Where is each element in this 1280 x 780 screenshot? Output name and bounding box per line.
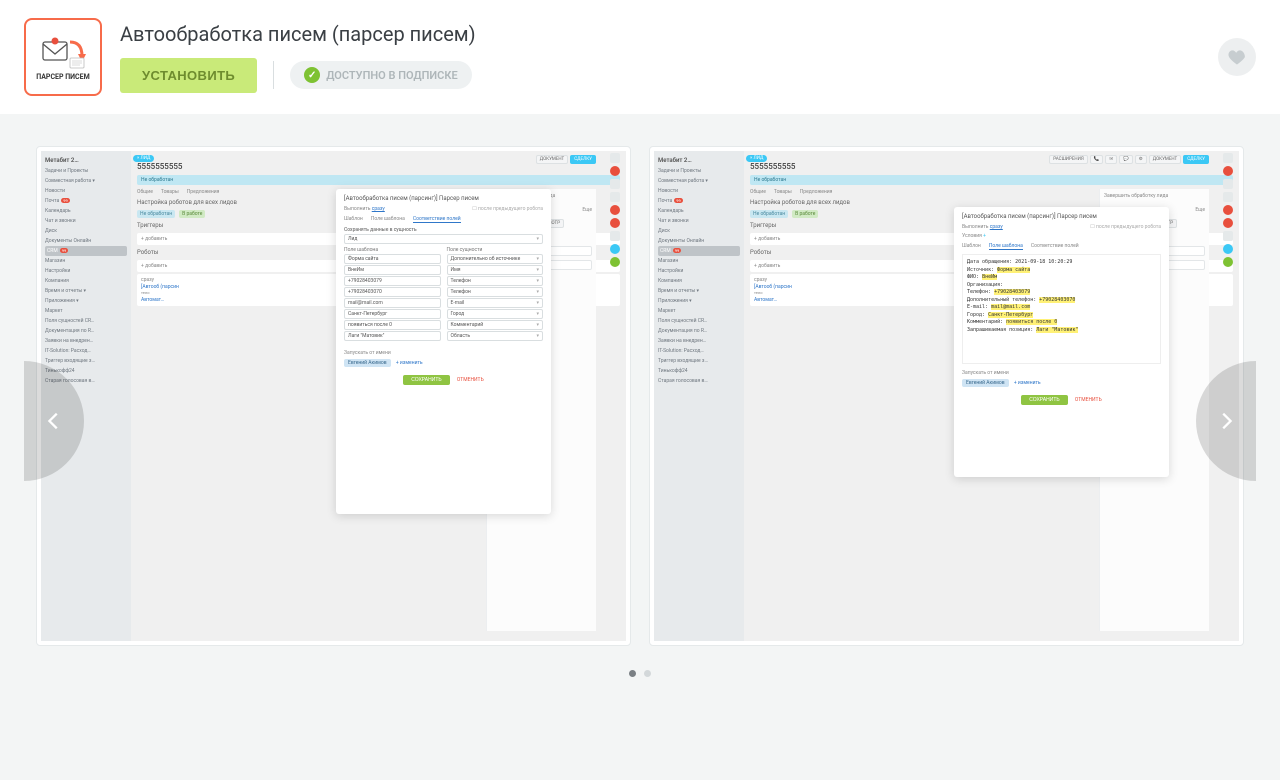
tab-general: Общие	[137, 189, 153, 195]
app-header: ПАРСЕР ПИСЕМ Автообработка писем (парсер…	[0, 0, 1280, 114]
favorite-button[interactable]	[1218, 38, 1256, 76]
d1-change: + изменить	[396, 360, 423, 366]
stage-not-processed: Не обработан	[137, 210, 175, 218]
lead-status: Не обработан	[137, 175, 620, 185]
d2-raw-body: Дата обращения: 2021-09-18 10:20:29Источ…	[962, 254, 1161, 364]
d1-after: после предыдущего робота	[478, 206, 543, 212]
d1-user: Евгений Акимов	[344, 359, 391, 367]
screenshot-2: Метабит 2… Задачи и ПроектыСовместная ра…	[654, 151, 1239, 641]
btn-ext2: РАСШИРЕНИЯ	[1049, 155, 1088, 164]
shot1-top-actions: ДОКУМЕНТ СДЕЛКУ	[536, 155, 596, 164]
d1-col2-h: Поле сущности	[447, 247, 544, 253]
d2-title: [Автообработка писем (парсинг)] Парсер п…	[962, 213, 1161, 220]
stage2-in-work: В работе	[792, 210, 818, 218]
screenshot-card-1[interactable]: Метабит 2… Задачи и ПроектыСовместная ра…	[36, 146, 631, 646]
d2-change: + изменить	[1014, 380, 1041, 386]
chevron-left-icon	[43, 410, 65, 432]
lead-status2: Не обработан	[750, 175, 1233, 185]
divider	[273, 61, 274, 89]
dialog-template-field: [Автообработка писем (парсинг)] Парсер п…	[954, 207, 1169, 477]
app-icon: ПАРСЕР ПИСЕМ	[24, 18, 102, 96]
gallery-dots	[24, 670, 1256, 677]
d2-conditions: Условия +	[962, 233, 1161, 239]
chevron-right-icon	[1215, 410, 1237, 432]
d1-tab-field: Поле шаблона	[371, 216, 405, 223]
d1-run-now-link: сразу	[372, 206, 385, 212]
dot-2[interactable]	[644, 670, 651, 677]
screenshot-card-2[interactable]: Метабит 2… Задачи и ПроектыСовместная ра…	[649, 146, 1244, 646]
d2-behalf: Запускать от имени	[962, 370, 1161, 376]
subscription-label: ДОСТУПНО В ПОДПИСКЕ	[326, 69, 457, 82]
d1-title: [Автообработка писем (парсинг)] Парсер п…	[344, 195, 543, 202]
d1-tab-mapping: Соответствие полей	[413, 216, 461, 223]
d1-save: СОХРАНИТЬ	[403, 375, 449, 385]
rp-more: Еще	[582, 207, 592, 213]
d1-run-lbl: Выполнить	[344, 206, 370, 212]
tab2-products: Товары	[774, 189, 792, 195]
lead-pill: × ЛИД	[133, 155, 154, 162]
tab-products: Товары	[161, 189, 179, 195]
dot-1[interactable]	[629, 670, 636, 677]
d1-col1-h: Поле шаблона	[344, 247, 441, 253]
d1-tab-template: Шаблон	[344, 216, 363, 223]
title-block: Автообработка писем (парсер писем) УСТАН…	[120, 22, 476, 93]
d2-tab-field: Поле шаблона	[989, 243, 1023, 250]
rp2-more: Еще	[1195, 207, 1205, 213]
shot1-menu: Задачи и ПроектыСовместная работа ▾Новос…	[45, 166, 127, 386]
shot2-top-actions: РАСШИРЕНИЯ 📞✉💬⚙ ДОКУМЕНТ СДЕЛКУ	[1049, 155, 1209, 164]
shot1-brand: Метабит 2…	[45, 155, 127, 166]
tab2-offers: Предложения	[800, 189, 833, 195]
d2-tab-template: Шаблон	[962, 243, 981, 250]
lead-pill2: × ЛИД	[746, 155, 767, 162]
d1-cancel: ОТМЕНИТЬ	[457, 377, 484, 383]
check-icon: ✓	[304, 67, 320, 83]
page-title: Автообработка писем (парсер писем)	[120, 22, 476, 46]
shot1-iconcol	[606, 153, 624, 267]
d1-saveto: Сохранять данные в сущность	[344, 227, 543, 233]
d1-tabs: Шаблон Поле шаблона Соответствие полей	[344, 216, 543, 223]
btn-doc: ДОКУМЕНТ	[536, 155, 568, 164]
d1-entity: Лид	[344, 234, 543, 244]
d2-cancel: ОТМЕНИТЬ	[1075, 397, 1102, 403]
shot2-brand: Метабит 2…	[658, 155, 740, 166]
screenshot-gallery: Метабит 2… Задачи и ПроектыСовместная ра…	[24, 146, 1256, 646]
rp2-finish: Завершить обработку лида	[1104, 193, 1205, 199]
btn-doc2: ДОКУМЕНТ	[1149, 155, 1181, 164]
heart-icon	[1227, 47, 1247, 67]
gallery-wrapper: Метабит 2… Задачи и ПроектыСовместная ра…	[0, 114, 1280, 727]
envelope-arrow-icon	[40, 34, 86, 72]
d2-run-now-link: сразу	[990, 224, 1003, 230]
d2-save: СОХРАНИТЬ	[1021, 395, 1067, 405]
screenshot-1: Метабит 2… Задачи и ПроектыСовместная ра…	[41, 151, 626, 641]
dialog-field-mapping: [Автообработка писем (парсинг)] Парсер п…	[336, 189, 551, 514]
shot2-menu: Задачи и ПроектыСовместная работа ▾Новос…	[658, 166, 740, 386]
d2-after: после предыдущего робота	[1096, 224, 1161, 230]
btn-deal: СДЕЛКУ	[570, 155, 596, 164]
btn-deal2: СДЕЛКУ	[1183, 155, 1209, 164]
install-button[interactable]: УСТАНОВИТЬ	[120, 58, 257, 93]
tab-offers: Предложения	[187, 189, 220, 195]
subscription-badge: ✓ ДОСТУПНО В ПОДПИСКЕ	[290, 61, 471, 89]
shot2-iconcol	[1219, 153, 1237, 267]
d2-tabs: Шаблон Поле шаблона Соответствие полей	[962, 243, 1161, 250]
app-icon-label: ПАРСЕР ПИСЕМ	[36, 74, 89, 81]
stage2-not-processed: Не обработан	[750, 210, 788, 218]
d2-run-lbl: Выполнить	[962, 224, 988, 230]
d2-user: Евгений Акимов	[962, 379, 1009, 387]
shot2-sidebar: Метабит 2… Задачи и ПроектыСовместная ра…	[654, 151, 744, 641]
shot2-main: × ЛИД 5555555555 Не обработан Общие Това…	[744, 151, 1239, 641]
tab2-general: Общие	[750, 189, 766, 195]
shot1-main: × ЛИД 5555555555 Не обработан Общие Това…	[131, 151, 626, 641]
header-actions: УСТАНОВИТЬ ✓ ДОСТУПНО В ПОДПИСКЕ	[120, 58, 476, 93]
d2-tab-mapping: Соответствие полей	[1031, 243, 1079, 250]
d1-behalf: Запускать от имени	[344, 350, 543, 356]
stage-in-work: В работе	[179, 210, 205, 218]
